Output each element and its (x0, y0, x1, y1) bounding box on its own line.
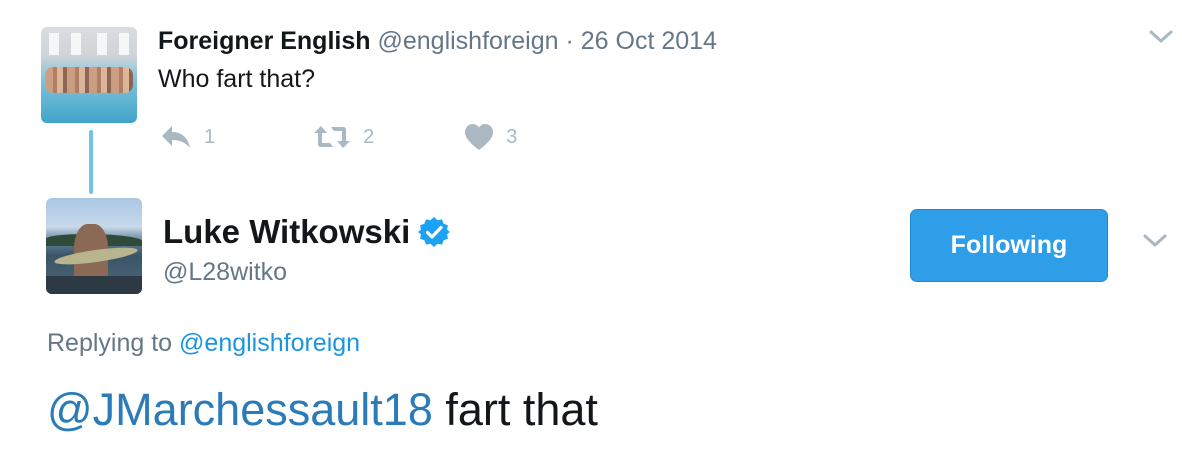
like-action[interactable]: 3 (464, 123, 517, 151)
chevron-down-icon[interactable] (1148, 28, 1174, 46)
reply-count: 1 (204, 125, 216, 148)
parent-author-handle[interactable]: @englishforeign (377, 27, 558, 55)
parent-tweet-header: Foreigner English @englishforeign · 26 O… (158, 26, 717, 56)
replying-prefix: Replying to (47, 329, 180, 357)
replying-to-line: Replying to @englishforeign (47, 327, 360, 359)
verified-badge-icon (418, 217, 451, 247)
chevron-down-icon[interactable] (1142, 232, 1168, 250)
parent-tweet-actions: 1 2 3 (160, 122, 577, 152)
retweet-icon (314, 126, 351, 148)
main-tweet-text: @JMarchessault18 fart that (47, 383, 598, 437)
main-avatar[interactable] (46, 198, 142, 294)
heart-icon (465, 124, 494, 150)
parent-tweet-text: Who fart that? (158, 65, 316, 93)
mention-link[interactable]: @JMarchessault18 (47, 384, 433, 435)
replying-to-link[interactable]: @englishforeign (179, 329, 360, 357)
reply-action[interactable]: 1 (160, 124, 215, 150)
main-author-name[interactable]: Luke Witkowski (163, 212, 410, 252)
retweet-count: 2 (363, 125, 375, 148)
thread-connector-line (89, 130, 93, 194)
like-count: 3 (506, 125, 518, 148)
main-author-row: Luke Witkowski (163, 212, 451, 252)
parent-avatar[interactable] (41, 27, 137, 123)
parent-author-name[interactable]: Foreigner English (158, 27, 371, 55)
main-author-handle[interactable]: @L28witko (163, 256, 287, 288)
tweet-body-text: fart that (432, 384, 598, 435)
parent-tweet-date[interactable]: 26 Oct 2014 (581, 27, 717, 55)
following-button[interactable]: Following (910, 209, 1108, 282)
reply-icon (162, 126, 190, 148)
meta-separator: · (558, 27, 581, 55)
retweet-action[interactable]: 2 (313, 124, 374, 150)
